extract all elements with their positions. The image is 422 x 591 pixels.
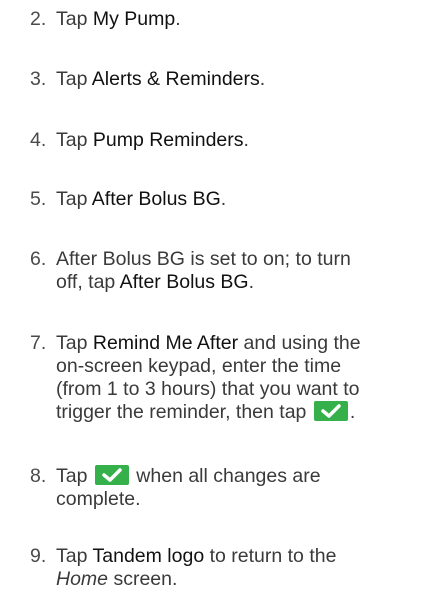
confirm-check-button-icon [313, 401, 348, 421]
confirm-check-button-icon [94, 465, 129, 485]
step-number: 4. [30, 129, 47, 151]
step-number: 9. [30, 545, 47, 567]
ui-target-label: After Bolus BG [119, 271, 249, 293]
step-text: Tap After Bolus BG. [56, 188, 227, 210]
ui-target-label: Remind Me After [92, 332, 239, 354]
step-number: 3. [30, 68, 47, 90]
step-number: 6. [30, 248, 47, 270]
check-icon [321, 404, 341, 418]
step-text: After Bolus BG is set to on; to turn off… [56, 248, 351, 293]
check-icon [102, 468, 122, 482]
step-number: 5. [30, 188, 47, 210]
ui-target-label: Pump Reminders [92, 129, 244, 151]
step-text: Tap Tandem logo to return to the Home sc… [56, 545, 337, 590]
ui-target-label: After Bolus BG [91, 188, 221, 210]
step-text: Tap Alerts & Reminders. [56, 68, 266, 90]
step-text: Tap My Pump. [56, 8, 181, 30]
step-text: Tap Remind Me After and using the on-scr… [56, 332, 361, 423]
step-number: 7. [30, 332, 47, 354]
step-text: Tap when all changes are complete. [56, 465, 321, 510]
ui-target-label: Tandem logo [92, 545, 205, 567]
ui-target-label: Alerts & Reminders [91, 68, 260, 90]
step-number: 8. [30, 465, 47, 487]
step-number: 2. [30, 8, 47, 30]
step-text: Tap Pump Reminders. [56, 129, 249, 151]
ui-target-label: My Pump [92, 8, 176, 30]
